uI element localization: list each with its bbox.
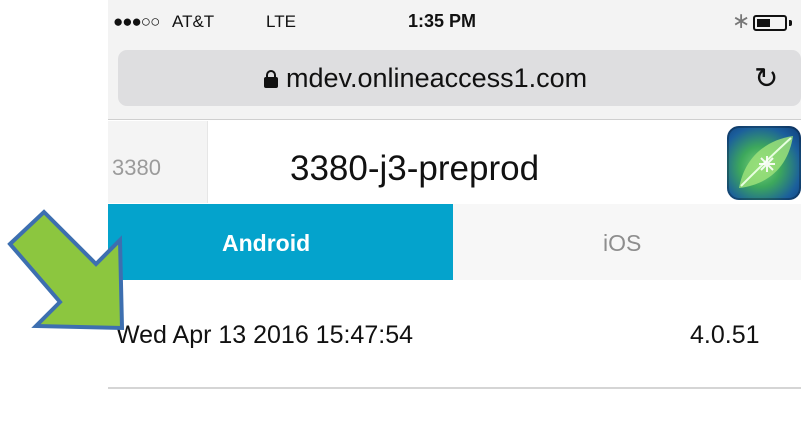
list-item[interactable]: Wed Apr 13 2016 15:47:54 4.0.51 xyxy=(108,281,801,389)
lock-icon xyxy=(264,70,278,88)
list-divider xyxy=(108,387,801,389)
network-type: LTE xyxy=(266,12,296,31)
status-time: 1:35 PM xyxy=(408,11,477,31)
browser-toolbar: mdev.onlineaccess1.com ↻ xyxy=(108,44,801,120)
address-bar[interactable]: mdev.onlineaccess1.com ↻ xyxy=(118,50,801,106)
bluetooth-icon: ∗ xyxy=(732,8,751,33)
battery-tip xyxy=(789,20,792,26)
app-id: 3380 xyxy=(112,155,161,180)
leaf-logo-icon xyxy=(727,126,801,200)
phone-screen: ●●●○○ AT&T LTE 1:35 PM ∗ mdev.onlineacce… xyxy=(108,0,801,422)
tab-android[interactable]: Android xyxy=(108,204,453,280)
build-version: 4.0.51 xyxy=(690,321,760,349)
battery-icon xyxy=(753,15,787,31)
green-arrow-annotation xyxy=(7,209,125,331)
app-name: 3380-j3-preprod xyxy=(290,149,540,188)
platform-tabs: Android iOS xyxy=(108,204,801,280)
tab-ios[interactable]: iOS xyxy=(453,204,801,280)
app-header: 3380 3380-j3-preprod xyxy=(108,121,801,203)
address-url: mdev.onlineaccess1.com xyxy=(286,63,588,93)
build-date: Wed Apr 13 2016 15:47:54 xyxy=(116,321,413,349)
carrier-name: AT&T xyxy=(172,12,215,31)
reload-icon[interactable]: ↻ xyxy=(754,61,778,96)
tab-android-label: Android xyxy=(222,230,311,256)
signal-strength-icon: ●●●○○ xyxy=(113,12,160,31)
tab-ios-label: iOS xyxy=(603,230,642,256)
status-bar: ●●●○○ AT&T LTE 1:35 PM ∗ xyxy=(108,0,801,44)
